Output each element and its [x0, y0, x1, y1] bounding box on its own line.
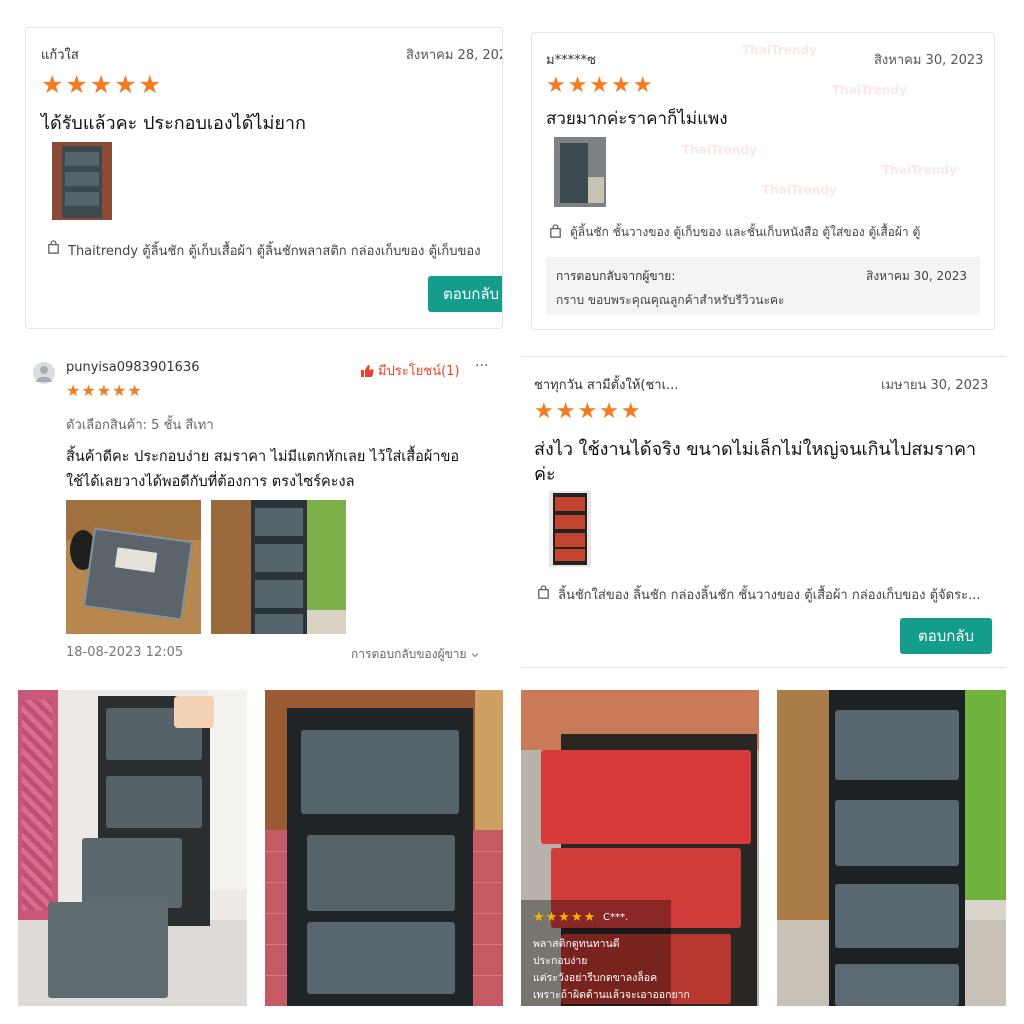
- overlay-line-1: พลาสติกดูทนทานดี: [533, 938, 620, 950]
- rating-stars: ★★★★★: [41, 70, 164, 99]
- review-date: เมษายน 30, 2023: [881, 378, 989, 393]
- product-tags[interactable]: Thaitrendy ตู้ลิ้นชัก ตู้เก็บเสื้อผ้า ตู…: [68, 240, 502, 261]
- reviewer-name[interactable]: punyisa0983901636: [66, 360, 200, 375]
- overlay-line-2: ประกอบง่าย: [533, 955, 588, 967]
- review-text: ได้รับแล้วคะ ประกอบเองได้ไม่ยาก: [41, 113, 306, 134]
- shopping-bag-icon: [538, 585, 549, 599]
- rating-stars: ★★★★★: [66, 381, 143, 400]
- product-photo-4[interactable]: [777, 690, 1006, 1006]
- chevron-down-icon: [471, 652, 479, 657]
- rating-stars: ★★★★★: [534, 399, 643, 424]
- review-card-1: แก้วใส สิงหาคม 28, 2023 ★★★★★ ได้รับแล้ว…: [25, 27, 503, 329]
- review-date: สิงหาคม 30, 2023: [874, 53, 984, 68]
- review-text-line-2: ค่ะ: [534, 464, 556, 485]
- thumbs-up-icon: [361, 364, 374, 377]
- seller-reply-box: การตอบกลับจากผู้ขาย: สิงหาคม 30, 2023 กร…: [546, 257, 980, 315]
- product-variant: ตัวเลือกสินค้า: 5 ชั้น สีเทา: [66, 418, 214, 433]
- overlay-line-4: เพราะถ้าผิดด้านแล้วจะเอาออกยาก: [533, 989, 690, 1001]
- more-options-icon[interactable]: ···: [475, 358, 488, 374]
- review-photo-2[interactable]: [211, 500, 346, 634]
- product-tags[interactable]: ตู้ลิ้นชัก ชั้นวางของ ตู้เก็บของ และชั้น…: [570, 223, 990, 242]
- seller-reply-toggle[interactable]: การตอบกลับของผู้ขาย: [351, 645, 480, 664]
- seller-reply-text: กราบ ขอบพระคุณคุณลูกค้าสำหรับรีวิวนะคะ: [556, 293, 785, 307]
- rating-stars: ★★★★★: [546, 73, 655, 98]
- seller-reply-label: การตอบกลับจากผู้ขาย:: [556, 269, 676, 283]
- review-photo-1[interactable]: [66, 500, 201, 634]
- shopping-bag-icon: [48, 240, 59, 254]
- reply-button[interactable]: ตอบกลับ: [428, 276, 502, 312]
- review-text-line-1: ส่งไว ใช้งานได้จริง ขนาดไม่เล็กไม่ใหญ่จน…: [534, 439, 977, 460]
- seller-reply-date: สิงหาคม 30, 2023: [866, 269, 968, 283]
- product-tags[interactable]: ลิ้นชักใส่ของ ลิ้นชัก กล่องลิ้นชัก ชั้นว…: [558, 584, 998, 605]
- review-photo-thumbnail[interactable]: [554, 137, 606, 207]
- review-text-line-1: สิ้นค้าดีคะ ประกอบง่าย สมราคา ไม่มีแตกหั…: [66, 449, 460, 465]
- overlay-user: C***.: [603, 912, 629, 923]
- overlay-line-3: แต่ระวังอย่ารีบกดขาลงล็อค: [533, 972, 658, 984]
- review-photo-thumbnail[interactable]: [52, 142, 112, 220]
- helpful-button[interactable]: มีประโยชน์(1): [360, 360, 460, 381]
- seller-reply-link: การตอบกลับของผู้ขาย: [351, 647, 467, 661]
- avatar[interactable]: [33, 362, 55, 384]
- review-card-4: ชาทุกวัน สามีตั้งให้(ชาเ... เมษายน 30, 2…: [521, 356, 1006, 668]
- product-photo-2[interactable]: [265, 690, 503, 1006]
- reply-button[interactable]: ตอบกลับ: [900, 618, 992, 654]
- review-card-3: punyisa0983901636 มีประโยชน์(1) ··· ★★★★…: [25, 350, 503, 672]
- review-card-2: ThaiTrendy ThaiTrendy ThaiTrendy ThaiTre…: [531, 32, 995, 330]
- product-photo-3[interactable]: ★★★★★ C***. พลาสติกดูทนทานดี ประกอบง่าย …: [521, 690, 759, 1006]
- helpful-count: มีประโยชน์(1): [378, 364, 460, 379]
- review-text: สวยมากค่ะราคาก็ไม่แพง: [546, 109, 728, 129]
- reviewer-name: ชาทุกวัน สามีตั้งให้(ชาเ...: [534, 378, 679, 393]
- review-photo-thumbnail[interactable]: [549, 491, 591, 567]
- review-datetime: 18-08-2023 12:05: [66, 645, 184, 660]
- watermark: ThaiTrendy: [742, 43, 817, 57]
- shopping-bag-icon: [550, 224, 561, 238]
- review-text-line-2: ใช้ได้เลยวางได้พอดีกับที่ต้องการ ตรงไซร์…: [66, 474, 355, 490]
- product-photo-1[interactable]: [18, 690, 247, 1006]
- reviewer-name: ม*****ซ: [546, 53, 596, 68]
- overlay-stars: ★★★★★: [533, 910, 597, 925]
- review-date: สิงหาคม 28, 2023: [406, 48, 502, 63]
- reviewer-name: แก้วใส: [41, 48, 79, 63]
